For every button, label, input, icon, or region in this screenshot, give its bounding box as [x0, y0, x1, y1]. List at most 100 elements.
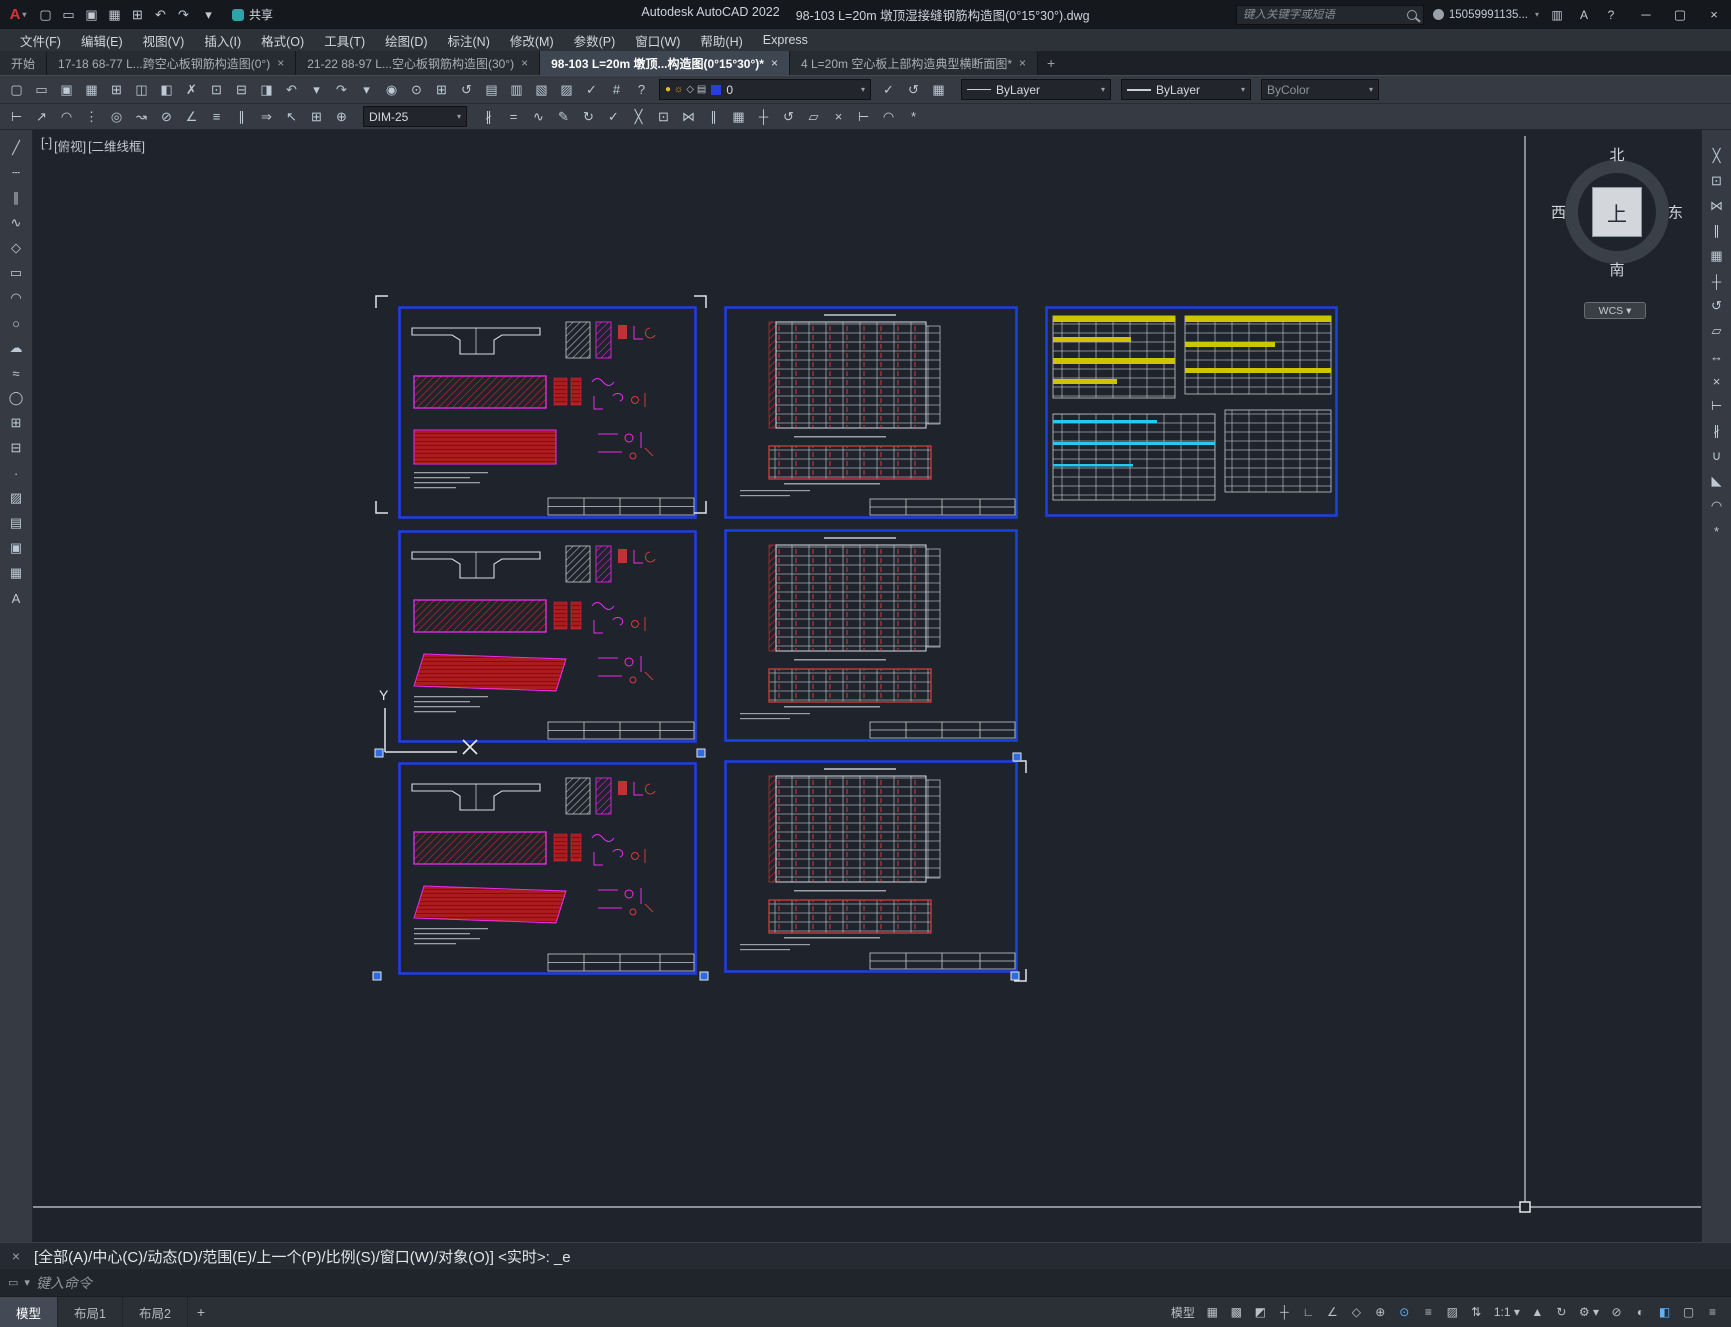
drawing-sheet-5[interactable]: [724, 529, 1018, 742]
copy-icon[interactable]: ⊡: [1704, 169, 1729, 193]
polyline-icon[interactable]: ∿: [4, 211, 29, 235]
close-button[interactable]: ×: [1697, 0, 1731, 29]
dim-arc-length-icon[interactable]: ◠: [54, 105, 79, 129]
view-compass[interactable]: 北 南 西 东 上: [1551, 147, 1683, 279]
qnew-icon[interactable]: ▢: [4, 78, 29, 102]
revision-cloud-icon[interactable]: ☁: [4, 336, 29, 360]
search-field[interactable]: [1235, 4, 1424, 25]
object-snap-tracking-icon[interactable]: ⊕: [1370, 1301, 1391, 1323]
menu-parametric[interactable]: 参数(P): [564, 29, 626, 51]
drawing-sheet-3[interactable]: [398, 762, 697, 975]
object-isolate-icon[interactable]: ◐: [1630, 1301, 1651, 1323]
insert-block-icon[interactable]: ⊞: [4, 411, 29, 435]
erase-icon[interactable]: ╳: [626, 105, 651, 129]
chevron-down-icon[interactable]: ▾: [861, 85, 865, 94]
app-menu-button[interactable]: A ▾: [4, 0, 32, 29]
tool-palettes-icon[interactable]: ▧: [529, 78, 554, 102]
quick-dim-icon[interactable]: ≡: [204, 105, 229, 129]
center-mark-icon[interactable]: ⊕: [329, 105, 354, 129]
chevron-down-icon[interactable]: ▾: [457, 112, 461, 121]
line-icon[interactable]: ╱: [4, 136, 29, 160]
lineweight-icon[interactable]: ≡: [1418, 1301, 1439, 1323]
save-icon[interactable]: ▣: [80, 2, 103, 27]
menu-view[interactable]: 视图(V): [133, 29, 195, 51]
save-icon[interactable]: ▣: [54, 78, 79, 102]
dimstyle-control[interactable]: DIM-25 ▾: [363, 106, 467, 127]
help-icon[interactable]: ?: [1602, 8, 1620, 22]
polar-tracking-icon[interactable]: ∠: [1322, 1301, 1343, 1323]
layer-states-icon[interactable]: ▦: [926, 78, 951, 102]
frame-grip[interactable]: [1519, 1201, 1531, 1213]
dim-inspect-icon[interactable]: ✓: [601, 105, 626, 129]
zoom-window-icon[interactable]: ⊞: [429, 78, 454, 102]
drawing-sheet-2[interactable]: [398, 530, 697, 743]
paste-icon[interactable]: ⊟: [229, 78, 254, 102]
table-icon[interactable]: ▦: [4, 561, 29, 585]
compass-south-label[interactable]: 南: [1609, 259, 1624, 280]
stretch-icon[interactable]: ↔: [1704, 344, 1729, 368]
trim-icon[interactable]: ×: [1704, 369, 1729, 393]
tab-close-icon[interactable]: ×: [1019, 56, 1026, 70]
open-icon[interactable]: ▭: [57, 2, 80, 27]
layout2-tab[interactable]: 布局2: [123, 1297, 188, 1327]
tab-close-icon[interactable]: ×: [771, 56, 778, 70]
fillet-icon[interactable]: ◠: [1704, 494, 1729, 518]
menu-window[interactable]: 窗口(W): [625, 29, 690, 51]
new-tab-button[interactable]: +: [1038, 51, 1064, 75]
open-icon[interactable]: ▭: [29, 78, 54, 102]
ucs-icon[interactable]: [384, 708, 457, 753]
circle-icon[interactable]: ○: [4, 311, 29, 335]
linetype-control[interactable]: ByLayer ▾: [961, 79, 1111, 100]
dim-radius-icon[interactable]: ◎: [104, 105, 129, 129]
save-as-icon[interactable]: ▦: [79, 78, 104, 102]
ortho-icon[interactable]: ∟: [1298, 1301, 1319, 1323]
account-button[interactable]: 15059991135... ▾: [1432, 9, 1539, 21]
offset-icon[interactable]: ∥: [1704, 219, 1729, 243]
workspace-switching-icon[interactable]: ⚙ ▾: [1575, 1301, 1603, 1323]
menu-express[interactable]: Express: [753, 29, 818, 51]
dim-baseline-icon[interactable]: ∥: [229, 105, 254, 129]
make-block-icon[interactable]: ⊟: [4, 436, 29, 460]
layout1-tab[interactable]: 布局1: [58, 1297, 123, 1327]
app-store-icon[interactable]: ▥: [1548, 8, 1566, 22]
plotstyle-control[interactable]: ByColor ▾: [1261, 79, 1379, 100]
scale-icon[interactable]: ▱: [801, 105, 826, 129]
tab-drawing-1[interactable]: 17-18 68-77 L...跨空心板钢筋构造图(0°) ×: [47, 51, 297, 75]
viewport-visual-style-control[interactable]: [二维线框]: [88, 136, 145, 155]
layer-control[interactable]: ● ☼ ◇ ▤ 0 ▾: [659, 79, 871, 100]
layer-make-current-icon[interactable]: ✓: [876, 78, 901, 102]
array-icon[interactable]: ▦: [1704, 244, 1729, 268]
copy-clip-icon[interactable]: ⊡: [204, 78, 229, 102]
rotate-icon[interactable]: ↺: [776, 105, 801, 129]
redo-icon[interactable]: ↷: [172, 2, 195, 27]
drawing-sheet-6[interactable]: [724, 760, 1018, 973]
undo-list-icon[interactable]: ▾: [304, 78, 329, 102]
zoom-previous-icon[interactable]: ↺: [454, 78, 479, 102]
layer-previous-icon[interactable]: ↺: [901, 78, 926, 102]
autodesk-account-icon[interactable]: A: [1575, 8, 1593, 22]
explode-icon[interactable]: *: [901, 105, 926, 129]
tab-close-icon[interactable]: ×: [521, 56, 528, 70]
undo-icon[interactable]: ↶: [149, 2, 172, 27]
point-icon[interactable]: ∙: [4, 461, 29, 485]
menu-file[interactable]: 文件(F): [10, 29, 71, 51]
help-icon[interactable]: ?: [629, 78, 654, 102]
menu-tools[interactable]: 工具(T): [314, 29, 375, 51]
dynamic-input-icon[interactable]: ┼: [1274, 1301, 1295, 1323]
move-icon[interactable]: ┼: [751, 105, 776, 129]
viewport-view-control[interactable]: [俯视]: [54, 136, 86, 155]
construction-line-icon[interactable]: ┄: [4, 161, 29, 185]
drawing-sheet-4[interactable]: [724, 306, 1018, 519]
extend-icon[interactable]: ⊢: [1704, 394, 1729, 418]
tolerance-icon[interactable]: ⊞: [304, 105, 329, 129]
share-button[interactable]: 共享: [232, 6, 273, 23]
dim-continue-icon[interactable]: ⇒: [254, 105, 279, 129]
mirror-icon[interactable]: ⋈: [1704, 194, 1729, 218]
menu-insert[interactable]: 插入(I): [194, 29, 251, 51]
qnew-icon[interactable]: ▢: [34, 2, 57, 27]
chevron-down-icon[interactable]: ▾: [1101, 85, 1105, 94]
object-snap-icon[interactable]: ⊙: [1394, 1301, 1415, 1323]
model-space[interactable]: Y: [33, 130, 1701, 1242]
drawing-sheet-7[interactable]: [1045, 306, 1338, 517]
command-icon[interactable]: ▭: [8, 1276, 18, 1289]
